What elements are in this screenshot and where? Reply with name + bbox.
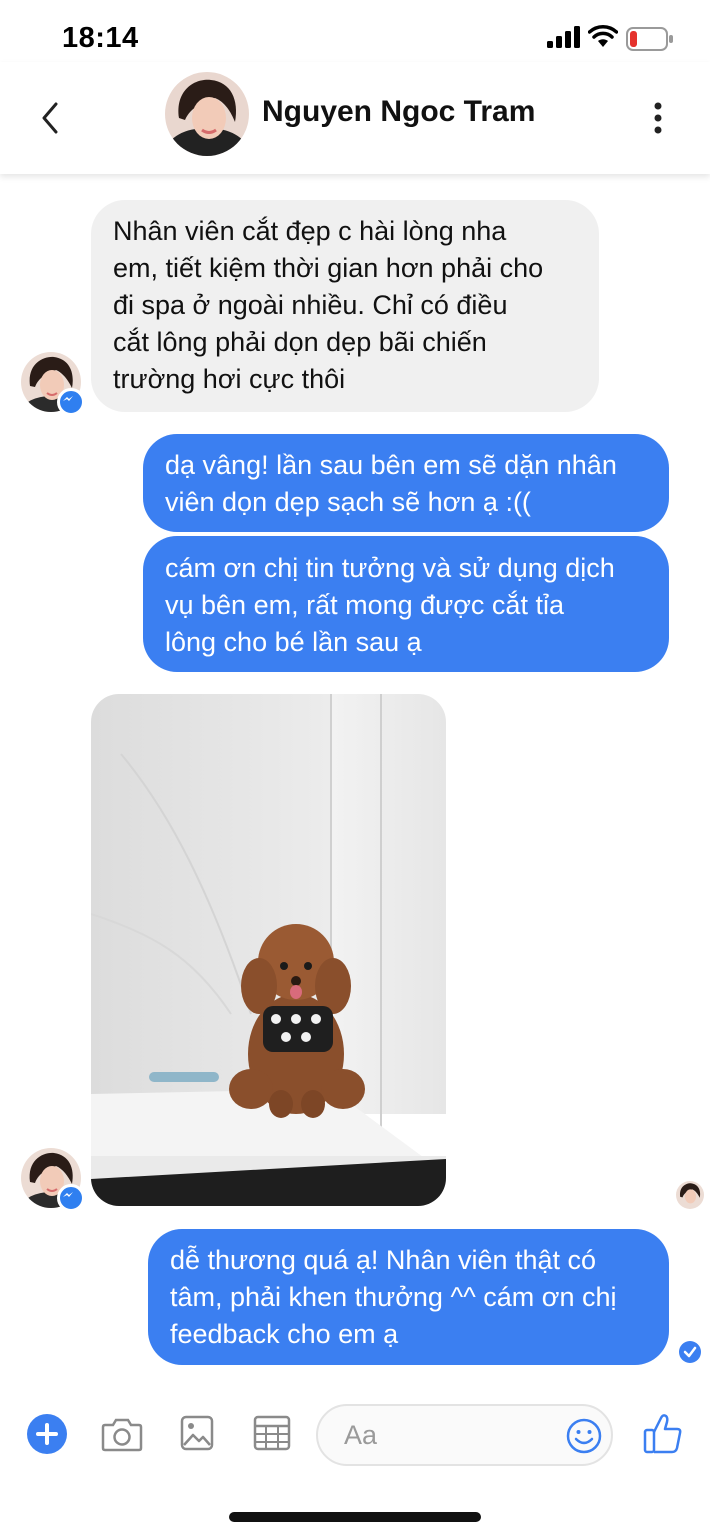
add-icon[interactable] bbox=[26, 1413, 68, 1455]
message-line: trường hơi cực thôi bbox=[113, 364, 346, 394]
gallery-icon[interactable] bbox=[180, 1415, 214, 1451]
outgoing-message[interactable]: dạ vâng! lần sau bên em sẽ dặn nhân viên… bbox=[143, 434, 669, 532]
message-line: feedback cho em ạ bbox=[170, 1319, 399, 1349]
more-options-icon[interactable] bbox=[646, 98, 670, 138]
seen-receipt-avatar bbox=[676, 1181, 704, 1209]
message-line: đi spa ở ngoài nhiều. Chỉ có điều bbox=[113, 290, 508, 320]
contact-avatar-small[interactable] bbox=[21, 352, 85, 416]
messenger-badge-icon bbox=[57, 1184, 85, 1212]
incoming-message[interactable]: Nhân viên cắt đẹp c hài lòng nha em, tiế… bbox=[91, 200, 599, 412]
cellular-signal-icon bbox=[547, 26, 580, 48]
thumbs-up-icon[interactable] bbox=[643, 1412, 683, 1454]
message-line: tâm, phải khen thưởng ^^ cám ơn chị bbox=[170, 1282, 617, 1312]
delivered-check-icon bbox=[679, 1341, 701, 1363]
wifi-icon bbox=[588, 25, 618, 47]
message-composer: Aa bbox=[0, 1390, 710, 1480]
outgoing-message[interactable]: dễ thương quá ạ! Nhân viên thật có tâm, … bbox=[148, 1229, 669, 1365]
message-input-placeholder: Aa bbox=[344, 1420, 378, 1450]
camera-icon[interactable] bbox=[101, 1416, 143, 1452]
photo-message[interactable] bbox=[91, 694, 446, 1206]
contact-avatar[interactable] bbox=[165, 72, 249, 156]
table-icon[interactable] bbox=[253, 1415, 291, 1451]
messenger-badge-icon bbox=[57, 388, 85, 416]
emoji-icon[interactable] bbox=[566, 1418, 602, 1454]
contact-name[interactable]: Nguyen Ngoc Tram bbox=[262, 95, 535, 129]
chat-header: Nguyen Ngoc Tram bbox=[0, 62, 710, 174]
message-line: viên dọn dẹp sạch sẽ hơn ạ :(( bbox=[165, 487, 531, 517]
message-line: dễ thương quá ạ! Nhân viên thật có bbox=[170, 1245, 597, 1275]
message-line: Nhân viên cắt đẹp c hài lòng nha bbox=[113, 216, 507, 246]
message-line: em, tiết kiệm thời gian hơn phải cho bbox=[113, 253, 544, 283]
home-indicator[interactable] bbox=[229, 1512, 481, 1522]
battery-icon bbox=[626, 27, 673, 51]
contact-avatar-small[interactable] bbox=[21, 1148, 85, 1212]
message-line: dạ vâng! lần sau bên em sẽ dặn nhân bbox=[165, 450, 617, 480]
message-input[interactable]: Aa bbox=[316, 1404, 613, 1466]
back-arrow-icon[interactable] bbox=[36, 96, 64, 140]
outgoing-message[interactable]: cám ơn chị tin tưởng và sử dụng dịch vụ … bbox=[143, 536, 669, 672]
message-line: cắt lông phải dọn dẹp bãi chiến bbox=[113, 327, 487, 357]
message-line: cám ơn chị tin tưởng và sử dụng dịch bbox=[165, 553, 615, 583]
message-line: vụ bên em, rất mong được cắt tỉa bbox=[165, 590, 564, 620]
message-line: lông cho bé lần sau ạ bbox=[165, 627, 422, 657]
status-time: 18:14 bbox=[62, 22, 139, 54]
